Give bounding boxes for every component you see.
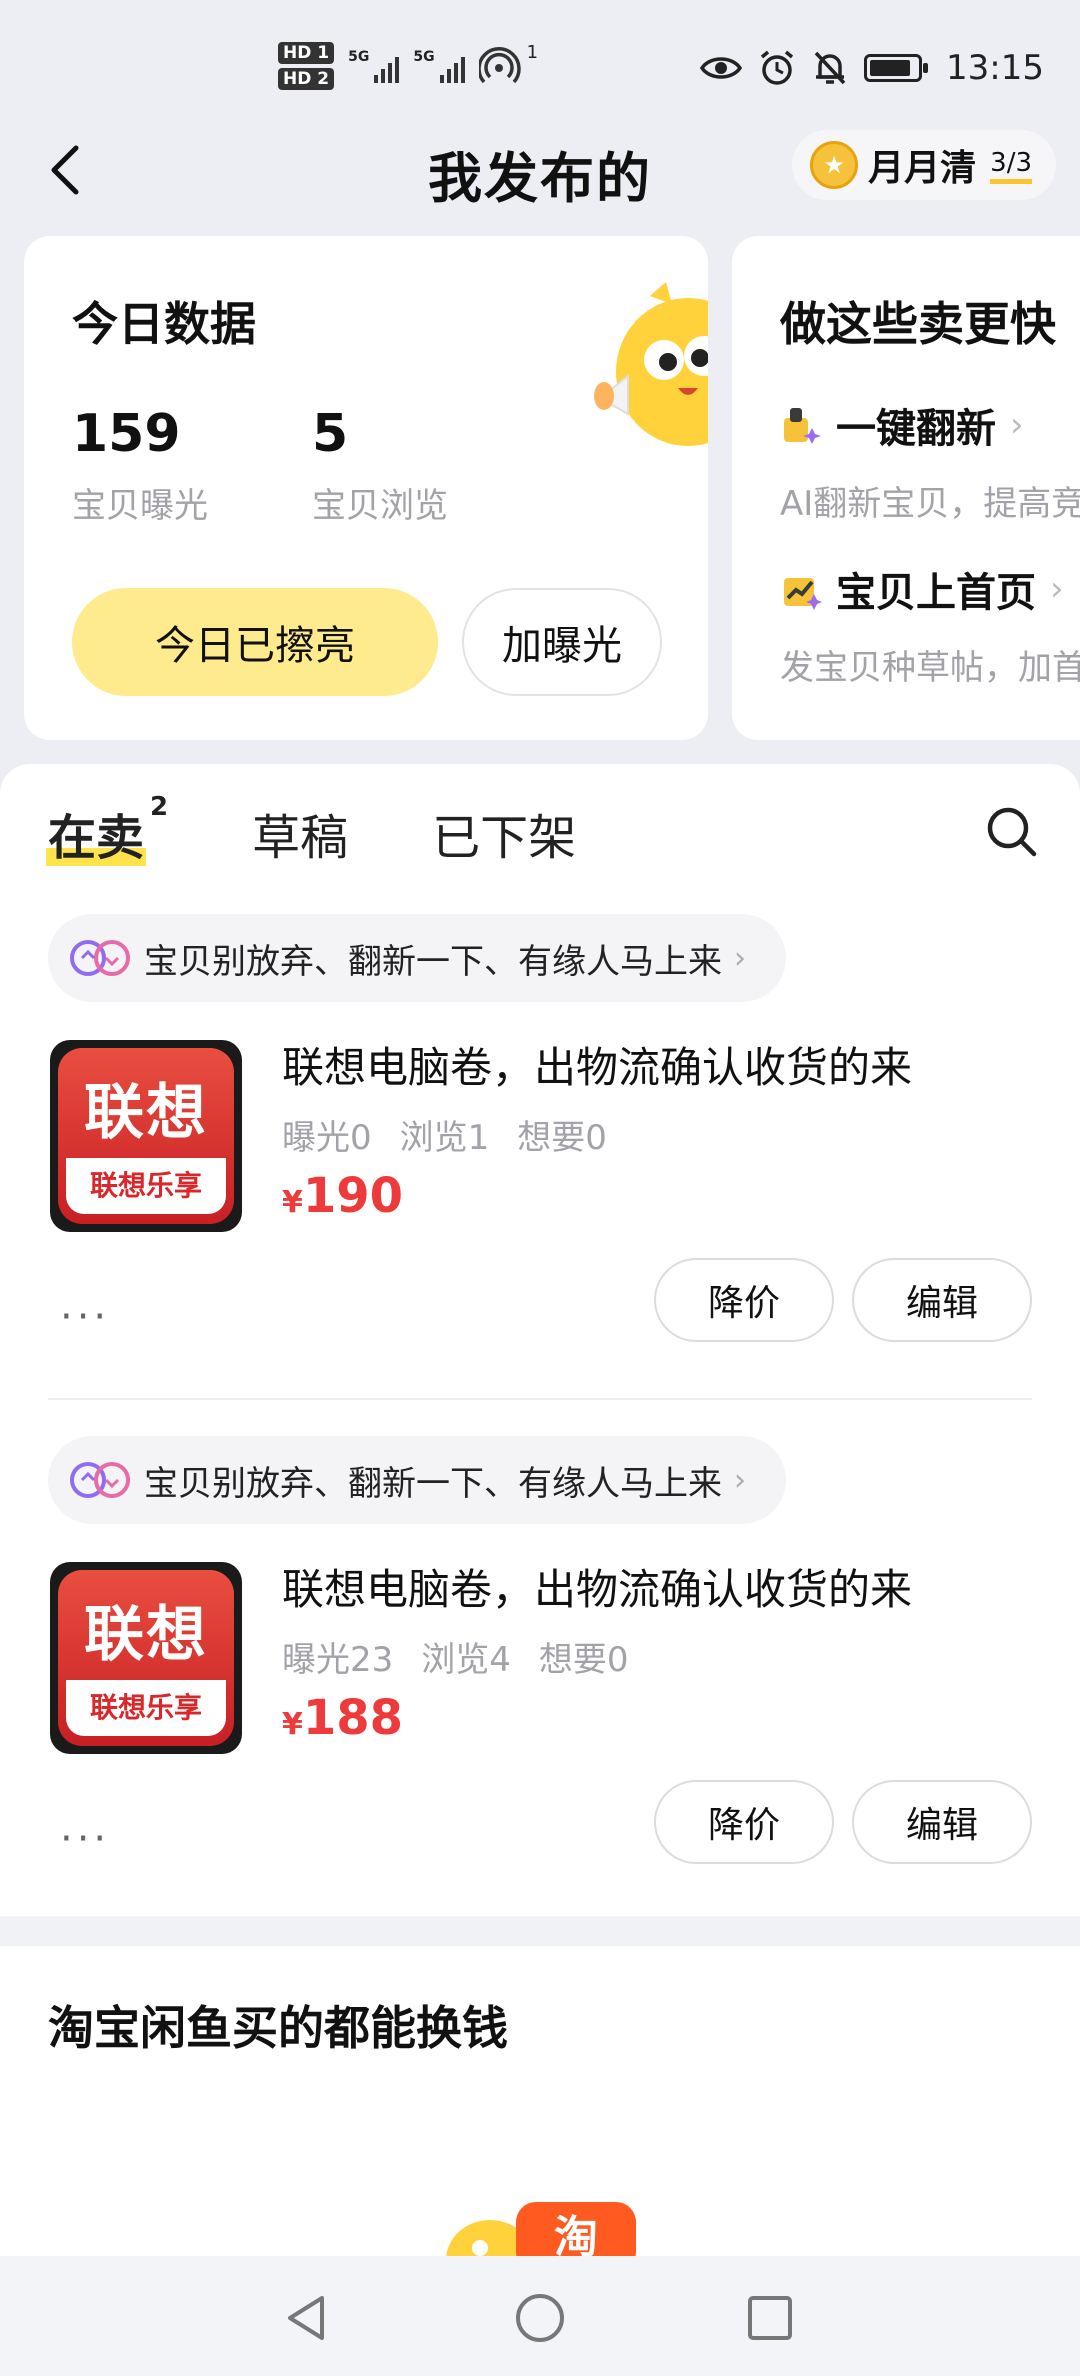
system-nav-bar (0, 2256, 1080, 2376)
hotspot-count: 1 (526, 42, 539, 63)
section-gap (0, 1916, 1080, 1946)
renew-tip-pill[interactable]: 宝贝别放弃、翻新一下、有缘人马上来 › (48, 1436, 786, 1524)
clock-time: 13:15 (946, 48, 1044, 88)
exposure-count: 曝光23 (282, 1640, 394, 1680)
edit-button[interactable]: 编辑 (852, 1258, 1032, 1342)
chevron-right-icon: › (734, 1462, 746, 1498)
tip-text: 宝贝别放弃、翻新一下、有缘人马上来 (144, 1463, 722, 1504)
price-cut-button[interactable]: 降价 (654, 1780, 834, 1864)
badge-label: 月月清 (868, 148, 977, 189)
browse-count: 浏览4 (421, 1640, 511, 1680)
chevron-right-icon: › (1050, 569, 1064, 609)
sell-faster-card: 做这些卖更快 一键翻新 › AI翻新宝贝，提高竞 宝贝上首页 › 发宝贝种草帖，… (732, 236, 1080, 740)
browse-value: 5 (312, 404, 349, 464)
exposure-count: 曝光0 (282, 1118, 372, 1158)
item-stats: 曝光23 浏览4 想要0 (282, 1632, 629, 1681)
tip-text: 宝贝别放弃、翻新一下、有缘人马上来 (144, 941, 722, 982)
polished-today-button[interactable]: 今日已擦亮 (72, 588, 438, 696)
tip-renew[interactable]: 一键翻新 › (780, 396, 1024, 454)
battery-icon (864, 54, 929, 82)
thumb-sub-text: 联想乐享 (66, 1680, 226, 1736)
mascot-icon (594, 282, 708, 446)
hotspot-icon (478, 47, 521, 84)
renew-icon (784, 408, 821, 444)
homepage-title: 宝贝上首页 (836, 570, 1036, 616)
promo-title: 淘宝闲鱼买的都能换钱 (48, 2001, 508, 2055)
listing-item[interactable]: 宝贝别放弃、翻新一下、有缘人马上来 › 联想 联想乐享 联想电脑卷，出物流确认收… (48, 1436, 1032, 1876)
today-data-title: 今日数据 (72, 297, 256, 351)
alarm-icon (760, 50, 794, 85)
more-options-button[interactable]: ··· (60, 1816, 110, 1862)
thumb-sub-text: 联想乐享 (66, 1158, 226, 1214)
chevron-right-icon: › (1010, 405, 1024, 445)
renew-title: 一键翻新 (836, 406, 996, 452)
monthly-clear-badge[interactable]: ★ 月月清 3/3 (792, 130, 1056, 200)
price-cut-button[interactable]: 降价 (654, 1258, 834, 1342)
swap-icon (70, 1462, 130, 1498)
nav-back-icon[interactable] (276, 2286, 340, 2350)
browse-label: 宝贝浏览 (312, 486, 448, 526)
exposure-value: 159 (72, 404, 181, 464)
status-tabs: 在卖2 草稿 已下架 (46, 792, 576, 868)
today-data-card: 今日数据 159 宝贝曝光 5 宝贝浏览 今日已擦亮 加曝光 (24, 236, 708, 740)
renew-tip-pill[interactable]: 宝贝别放弃、翻新一下、有缘人马上来 › (48, 914, 786, 1002)
item-divider (48, 1398, 1032, 1400)
hd2-badge: HD 2 (278, 68, 335, 90)
mute-icon (814, 51, 846, 85)
nav-home-icon[interactable] (508, 2286, 572, 2350)
browse-count: 浏览1 (399, 1118, 490, 1158)
swap-icon (70, 940, 130, 976)
page-header: 我发布的 ★ 月月清 3/3 (0, 120, 1080, 220)
more-options-button[interactable]: ··· (60, 1294, 110, 1340)
renew-desc: AI翻新宝贝，提高竞 (780, 484, 1080, 524)
product-thumbnail[interactable]: 联想 联想乐享 (50, 1562, 242, 1754)
exposure-label: 宝贝曝光 (72, 486, 208, 526)
promo-section: 淘宝闲鱼买的都能换钱 淘 (0, 1946, 1080, 2260)
thumb-brand-text: 联想 (84, 1600, 208, 1670)
on-sale-count: 2 (150, 792, 169, 822)
trend-icon (784, 578, 822, 610)
want-count: 想要0 (538, 1640, 629, 1680)
signal-icon-2: 5G (413, 49, 465, 83)
item-title[interactable]: 联想电脑卷，出物流确认收货的来 (282, 1556, 912, 1617)
network-indicators: HD 1 HD 2 5G 5G 1 (278, 42, 538, 90)
badge-count: 3/3 (990, 147, 1032, 184)
sell-faster-title: 做这些卖更快 (780, 297, 1056, 351)
nav-recent-icon[interactable] (738, 2286, 802, 2350)
promo-art-glyph: 淘 (554, 2212, 598, 2260)
exposure-stat: 159 宝贝曝光 (72, 404, 208, 527)
signal-icon-1: 5G (348, 49, 400, 83)
status-bar: HD 1 HD 2 5G 5G 1 13:15 (0, 0, 1080, 120)
eye-icon (700, 57, 743, 79)
tab-drafts[interactable]: 草稿 (252, 798, 348, 868)
add-exposure-button[interactable]: 加曝光 (462, 588, 662, 696)
chevron-right-icon: › (734, 940, 746, 976)
thumb-brand-text: 联想 (84, 1078, 208, 1148)
tip-homepage[interactable]: 宝贝上首页 › (780, 560, 1064, 618)
want-count: 想要0 (517, 1118, 607, 1158)
item-price: ¥188 (282, 1690, 404, 1746)
homepage-desc: 发宝贝种草帖，加首 (780, 648, 1080, 688)
listing-item[interactable]: 宝贝别放弃、翻新一下、有缘人马上来 › 联想 联想乐享 联想电脑卷，出物流确认收… (48, 914, 1032, 1354)
edit-button[interactable]: 编辑 (852, 1780, 1032, 1864)
browse-stat: 5 宝贝浏览 (312, 404, 448, 527)
tab-on-sale[interactable]: 在卖2 (46, 792, 168, 868)
product-thumbnail[interactable]: 联想 联想乐享 (50, 1040, 242, 1232)
search-icon[interactable] (984, 804, 1040, 860)
tab-delisted[interactable]: 已下架 (432, 798, 576, 868)
item-price: ¥190 (282, 1168, 404, 1224)
listing-panel: 在卖2 草稿 已下架 宝贝别放弃、翻新一下、有缘人马上来 › 联想 联想乐享 联… (0, 764, 1080, 1916)
item-stats: 曝光0 浏览1 想要0 (282, 1110, 607, 1159)
item-title[interactable]: 联想电脑卷，出物流确认收货的来 (282, 1034, 912, 1095)
coin-icon: ★ (810, 141, 859, 189)
promo-mascot-icon: 淘 (446, 2202, 636, 2260)
hd1-badge: HD 1 (278, 42, 335, 64)
